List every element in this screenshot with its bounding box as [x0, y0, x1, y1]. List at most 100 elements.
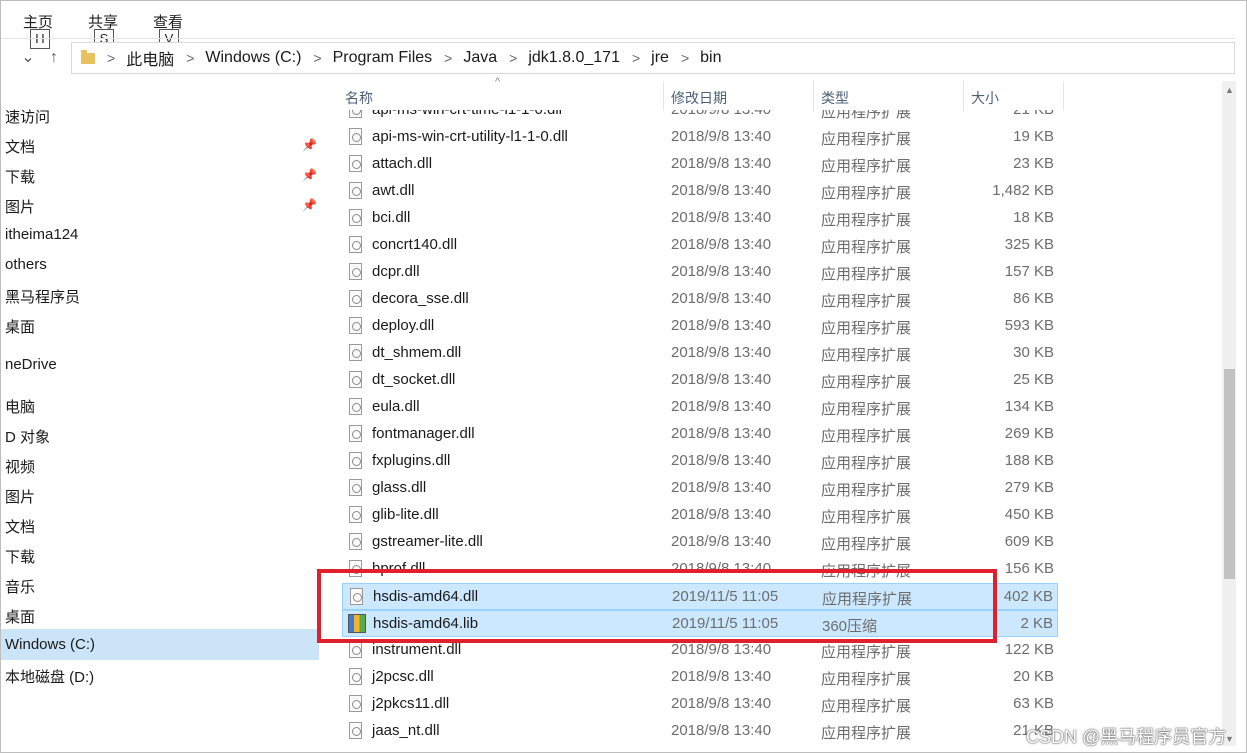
- sidebar-item-pictures[interactable]: 图片: [5, 196, 35, 217]
- column-header-date[interactable]: 修改日期: [671, 88, 727, 108]
- file-row[interactable]: glib-lite.dll 2018/9/8 13:40 应用程序扩展 450 KB: [342, 502, 1058, 529]
- file-name: j2pcsc.dll: [372, 668, 434, 685]
- chevron-right-icon[interactable]: >: [186, 50, 194, 66]
- file-name: api-ms-win-crt-time-l1-1-0.dll: [372, 101, 563, 118]
- crumb-bin[interactable]: bin: [700, 49, 721, 67]
- sidebar-item-documents-pc[interactable]: 文档: [5, 516, 35, 537]
- dll-file-icon: [349, 344, 362, 361]
- sidebar-item-others[interactable]: others: [5, 256, 47, 273]
- sidebar-item-local-disk-d[interactable]: 本地磁盘 (D:): [5, 666, 94, 687]
- sidebar-item-music[interactable]: 音乐: [5, 576, 35, 597]
- file-row[interactable]: jaas_nt.dll 2018/9/8 13:40 应用程序扩展 21 KB: [342, 718, 1058, 745]
- file-row[interactable]: fxplugins.dll 2018/9/8 13:40 应用程序扩展 188 KB: [342, 448, 1058, 475]
- file-row[interactable]: fontmanager.dll 2018/9/8 13:40 应用程序扩展 269 K…: [342, 421, 1058, 448]
- file-size: 156 KB: [1004, 560, 1054, 577]
- scroll-up-icon[interactable]: ▲: [1225, 85, 1234, 95]
- dll-file-icon: [349, 155, 362, 172]
- scrollbar-thumb[interactable]: [1224, 369, 1235, 579]
- file-type: 应用程序扩展: [821, 644, 912, 661]
- pin-icon[interactable]: 📌: [302, 168, 317, 182]
- file-row[interactable]: api-ms-win-crt-utility-l1-1-0.dll 2018/9/…: [342, 124, 1058, 151]
- file-size: 402 KB: [1003, 588, 1053, 605]
- file-row[interactable]: bci.dll 2018/9/8 13:40 应用程序扩展 18 KB: [342, 205, 1058, 232]
- file-row[interactable]: concrt140.dll 2018/9/8 13:40 应用程序扩展 325 KB: [342, 232, 1058, 259]
- sidebar-item-windows-c[interactable]: Windows (C:): [5, 636, 95, 653]
- file-date: 2018/9/8 13:40: [671, 209, 772, 226]
- file-size: 1,482 KB: [992, 182, 1054, 199]
- crumb-java[interactable]: Java: [463, 49, 497, 67]
- pin-icon[interactable]: 📌: [302, 198, 317, 212]
- file-date: 2018/9/8 13:40: [671, 236, 772, 253]
- file-row[interactable]: j2pkcs11.dll 2018/9/8 13:40 应用程序扩展 63 KB: [342, 691, 1058, 718]
- file-row[interactable]: glass.dll 2018/9/8 13:40 应用程序扩展 279 KB: [342, 475, 1058, 502]
- recent-locations-icon[interactable]: ⌄: [19, 45, 37, 71]
- sidebar-item-desktop-pc[interactable]: 桌面: [5, 606, 35, 627]
- file-row[interactable]: gstreamer-lite.dll 2018/9/8 13:40 应用程序扩展 60…: [342, 529, 1058, 556]
- sidebar-item-heima[interactable]: 黑马程序员: [5, 286, 80, 307]
- annotation-highlight-box: [317, 569, 997, 643]
- sidebar-item-desktop[interactable]: 桌面: [5, 316, 35, 337]
- sidebar-item-quick-access[interactable]: 速访问: [5, 106, 50, 127]
- chevron-right-icon[interactable]: >: [509, 50, 517, 66]
- sidebar-item-3d-objects[interactable]: D 对象: [5, 426, 50, 447]
- file-size: 609 KB: [1004, 533, 1054, 550]
- chevron-right-icon[interactable]: >: [313, 50, 321, 66]
- file-size: 593 KB: [1004, 317, 1054, 334]
- file-name: glib-lite.dll: [372, 506, 439, 523]
- chevron-right-icon[interactable]: >: [681, 50, 689, 66]
- file-size: 325 KB: [1004, 236, 1054, 253]
- column-header-type[interactable]: 类型: [821, 88, 849, 108]
- file-row[interactable]: eula.dll 2018/9/8 13:40 应用程序扩展 134 KB: [342, 394, 1058, 421]
- sidebar-item-pictures-pc[interactable]: 图片: [5, 486, 35, 507]
- file-row[interactable]: j2pcsc.dll 2018/9/8 13:40 应用程序扩展 20 KB: [342, 664, 1058, 691]
- file-row[interactable]: dt_shmem.dll 2018/9/8 13:40 应用程序扩展 30 KB: [342, 340, 1058, 367]
- file-type: 应用程序扩展: [821, 698, 912, 715]
- column-header-size[interactable]: 大小: [971, 88, 999, 108]
- scroll-down-icon[interactable]: ▼: [1225, 734, 1234, 744]
- file-name: api-ms-win-crt-utility-l1-1-0.dll: [372, 128, 568, 145]
- column-divider[interactable]: [813, 81, 814, 111]
- chevron-right-icon[interactable]: >: [444, 50, 452, 66]
- file-size: 188 KB: [1004, 452, 1054, 469]
- file-date: 2018/9/8 13:40: [671, 506, 772, 523]
- file-size: 30 KB: [1013, 344, 1054, 361]
- file-type: 应用程序扩展: [821, 401, 912, 418]
- file-type: 应用程序扩展: [821, 455, 912, 472]
- file-name: deploy.dll: [372, 317, 435, 334]
- sidebar-item-this-pc[interactable]: 电脑: [5, 396, 35, 417]
- address-bar[interactable]: > 此电脑 > Windows (C:) > Program Files > J…: [71, 42, 1235, 74]
- sidebar-item-documents[interactable]: 文档: [5, 136, 35, 157]
- chevron-right-icon[interactable]: >: [107, 50, 115, 66]
- crumb-windows-c[interactable]: Windows (C:): [205, 49, 301, 67]
- file-size: 2 KB: [1020, 615, 1053, 632]
- file-type: 应用程序扩展: [821, 293, 912, 310]
- file-name: dcpr.dll: [372, 263, 420, 280]
- crumb-jdk[interactable]: jdk1.8.0_171: [528, 49, 620, 67]
- sidebar-item-onedrive[interactable]: neDrive: [5, 356, 57, 373]
- file-row[interactable]: dt_socket.dll 2018/9/8 13:40 应用程序扩展 25 KB: [342, 367, 1058, 394]
- crumb-jre[interactable]: jre: [651, 49, 669, 67]
- pin-icon[interactable]: 📌: [302, 138, 317, 152]
- column-divider[interactable]: [1063, 81, 1064, 111]
- file-type: 应用程序扩展: [821, 725, 912, 742]
- chevron-right-icon[interactable]: >: [632, 50, 640, 66]
- file-date: 2018/9/8 13:40: [671, 479, 772, 496]
- breadcrumb: > 此电脑 > Windows (C:) > Program Files > J…: [72, 43, 722, 73]
- file-row[interactable]: attach.dll 2018/9/8 13:40 应用程序扩展 23 KB: [342, 151, 1058, 178]
- file-row[interactable]: deploy.dll 2018/9/8 13:40 应用程序扩展 593 KB: [342, 313, 1058, 340]
- file-name: bci.dll: [372, 209, 411, 226]
- crumb-this-pc[interactable]: 此电脑: [126, 46, 174, 70]
- file-size: 20 KB: [1013, 668, 1054, 685]
- sidebar-item-itheima124[interactable]: itheima124: [5, 226, 78, 243]
- column-divider[interactable]: [663, 81, 664, 111]
- file-row[interactable]: dcpr.dll 2018/9/8 13:40 应用程序扩展 157 KB: [342, 259, 1058, 286]
- file-row[interactable]: decora_sse.dll 2018/9/8 13:40 应用程序扩展 86 KB: [342, 286, 1058, 313]
- column-header-name[interactable]: 名称: [345, 88, 373, 108]
- file-row[interactable]: awt.dll 2018/9/8 13:40 应用程序扩展 1,482 KB: [342, 178, 1058, 205]
- column-divider[interactable]: [963, 81, 964, 111]
- crumb-program-files[interactable]: Program Files: [333, 49, 433, 67]
- sidebar-item-downloads[interactable]: 下载: [5, 166, 35, 187]
- up-arrow-icon[interactable]: ↑: [44, 45, 64, 71]
- sidebar-item-videos[interactable]: 视频: [5, 456, 35, 477]
- sidebar-item-downloads-pc[interactable]: 下载: [5, 546, 35, 567]
